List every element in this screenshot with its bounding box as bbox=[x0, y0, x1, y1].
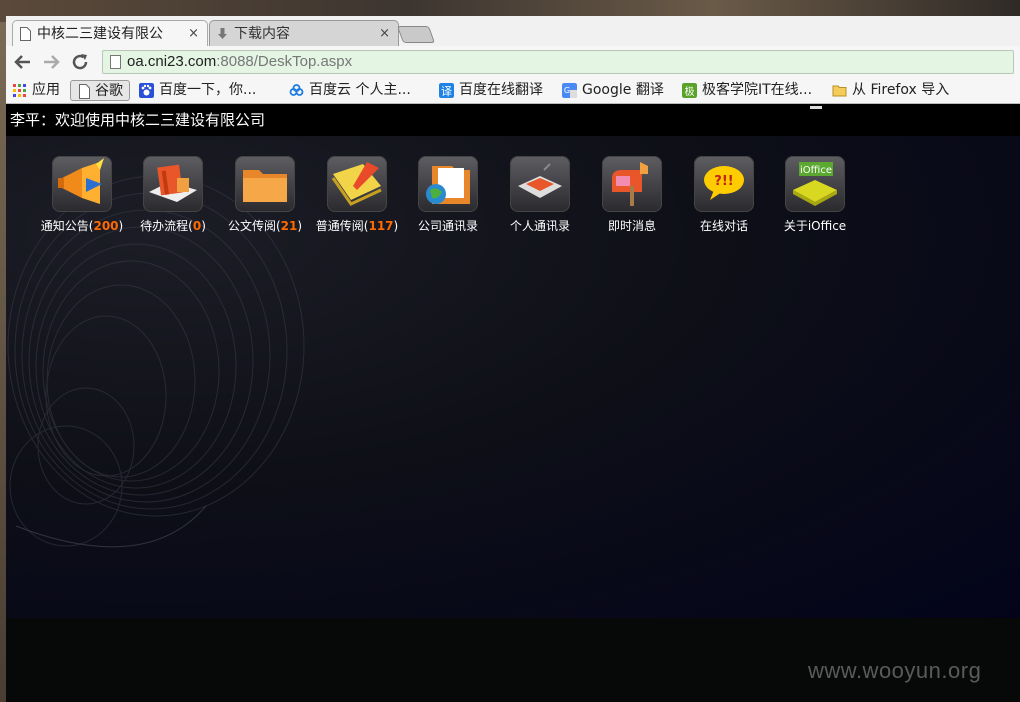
app-name: 公文传阅 bbox=[227, 219, 276, 233]
page-icon bbox=[79, 84, 90, 99]
app-notice[interactable]: 通知公告(200) bbox=[37, 156, 127, 236]
oa-desktop-page: 李平：欢迎使用中核二三建设有限公司 通知公告(200) 待办流程(0) 公文传阅… bbox=[6, 104, 1020, 702]
page-icon bbox=[110, 55, 121, 69]
chat-bubble-icon: ?!! bbox=[704, 166, 744, 200]
unread-count: 21 bbox=[280, 219, 298, 233]
bookmark-label: 从 Firefox 导入 bbox=[852, 82, 950, 98]
google-translate-icon: G bbox=[562, 83, 577, 98]
unread-count: 0 bbox=[192, 219, 202, 233]
address-bar[interactable]: oa.cni23.com:8088/DeskTop.aspx bbox=[102, 50, 1014, 74]
app-label: 关于iOffice bbox=[760, 218, 870, 234]
tab-title: 中核二三建设有限公 bbox=[37, 26, 163, 42]
welcome-banner: 李平：欢迎使用中核二三建设有限公司 bbox=[6, 104, 1020, 136]
folder-icon bbox=[832, 85, 847, 97]
app-company-directory[interactable]: 公司通讯录 bbox=[403, 156, 493, 236]
personal-contacts-icon-box bbox=[510, 156, 570, 212]
app-about-ioffice[interactable]: iOffice 关于iOffice bbox=[770, 156, 860, 236]
app-name: 关于iOffice bbox=[783, 219, 847, 233]
address-book-icon bbox=[426, 166, 470, 204]
bookmark-label: 谷歌 bbox=[95, 83, 123, 99]
bookmark-label: 百度在线翻译 bbox=[459, 82, 543, 98]
app-name: 个人通讯录 bbox=[509, 219, 570, 233]
forward-arrow-icon[interactable] bbox=[40, 51, 62, 73]
app-name: 普通传阅 bbox=[315, 219, 364, 233]
desktop-area: 通知公告(200) 待办流程(0) 公文传阅(21) 普通传阅(117) 公司通… bbox=[6, 136, 1020, 618]
megaphone-icon bbox=[58, 158, 104, 204]
app-name: 待办流程 bbox=[140, 219, 189, 233]
ioffice-icon-box: iOffice bbox=[785, 156, 845, 212]
svg-text:极: 极 bbox=[685, 85, 695, 98]
url-host: oa.cni23.com bbox=[127, 53, 217, 70]
app-name: 公司通讯录 bbox=[417, 219, 478, 233]
bookmark-google[interactable]: 谷歌 bbox=[70, 80, 130, 101]
bookmark-baidu-translate[interactable]: 译 百度在线翻译 bbox=[439, 80, 543, 101]
folder-icon bbox=[243, 170, 287, 202]
tab-title: 下载内容 bbox=[234, 26, 290, 42]
bookmark-label: 应用 bbox=[32, 82, 60, 98]
bookmark-apps[interactable]: 应用 bbox=[12, 80, 60, 101]
app-todo-workflow[interactable]: 待办流程(0) bbox=[128, 156, 218, 236]
svg-text:译: 译 bbox=[441, 85, 452, 98]
mailbox-icon bbox=[612, 162, 648, 206]
unread-count: 200 bbox=[93, 219, 119, 233]
url-path: :8088/DeskTop.aspx bbox=[216, 53, 353, 70]
ioffice-icon: iOffice bbox=[793, 162, 837, 206]
app-personal-directory[interactable]: 个人通讯录 bbox=[495, 156, 585, 236]
address-book-icon-box bbox=[418, 156, 478, 212]
bookmark-label: Google 翻译 bbox=[582, 82, 664, 98]
app-official-doc[interactable]: 公文传阅(21) bbox=[220, 156, 310, 236]
app-online-chat[interactable]: ?!! 在线对话 bbox=[679, 156, 769, 236]
tab-bar: 中核二三建设有限公 × 下载内容 × bbox=[6, 16, 1020, 46]
folder-icon-box bbox=[235, 156, 295, 212]
app-general-circulate[interactable]: 普通传阅(117) bbox=[312, 156, 402, 236]
app-name: 在线对话 bbox=[699, 219, 748, 233]
unread-count: 117 bbox=[368, 219, 394, 233]
megaphone-icon-box bbox=[52, 156, 112, 212]
bookmark-baidu-cloud[interactable]: 百度云 个人主... bbox=[289, 80, 411, 101]
page-icon bbox=[20, 27, 31, 41]
books-icon-box bbox=[143, 156, 203, 212]
app-name: 通知公告 bbox=[40, 219, 89, 233]
close-icon[interactable]: × bbox=[379, 21, 390, 47]
bookmark-label: 百度一下，你... bbox=[159, 82, 257, 98]
browser-window: 中核二三建设有限公 × 下载内容 × oa.cni23.com:8088/Des… bbox=[6, 16, 1020, 702]
bookmark-label: 百度云 个人主... bbox=[309, 82, 411, 98]
url-text: oa.cni23.com:8088/DeskTop.aspx bbox=[127, 51, 352, 73]
jikexueyuan-icon: 极 bbox=[682, 83, 697, 98]
notepad-icon bbox=[331, 162, 382, 206]
watermark: www.wooyun.org bbox=[808, 658, 982, 683]
apps-grid-icon bbox=[13, 84, 26, 97]
baidu-cloud-icon bbox=[289, 84, 304, 96]
reload-icon[interactable] bbox=[69, 51, 91, 73]
bookmarks-bar: 应用 谷歌 百度一下，你... 百度云 个人主... 译 百度在线翻译 G Go… bbox=[6, 78, 1020, 104]
svg-text:G: G bbox=[564, 86, 570, 95]
chat-bubble-icon-box: ?!! bbox=[694, 156, 754, 212]
app-instant-message[interactable]: 即时消息 bbox=[587, 156, 677, 236]
bookmark-label: 极客学院IT在线... bbox=[702, 82, 813, 98]
toolbar: oa.cni23.com:8088/DeskTop.aspx bbox=[6, 46, 1020, 78]
new-tab-button[interactable] bbox=[396, 26, 436, 43]
books-icon bbox=[149, 164, 197, 202]
scrollbar-handle[interactable] bbox=[810, 106, 822, 109]
svg-text:?!!: ?!! bbox=[714, 174, 733, 189]
translate-icon: 译 bbox=[439, 83, 454, 98]
tab-oa-desktop[interactable]: 中核二三建设有限公 × bbox=[12, 20, 208, 46]
svg-text:iOffice: iOffice bbox=[800, 165, 832, 176]
bookmark-jikexueyuan[interactable]: 极 极客学院IT在线... bbox=[682, 80, 812, 101]
bookmark-baidu[interactable]: 百度一下，你... bbox=[139, 80, 256, 101]
baidu-paw-icon bbox=[139, 83, 154, 98]
app-name: 即时消息 bbox=[607, 219, 656, 233]
close-icon[interactable]: × bbox=[188, 21, 199, 47]
download-icon bbox=[218, 28, 227, 39]
bookmark-firefox-import[interactable]: 从 Firefox 导入 bbox=[832, 80, 949, 101]
personal-contacts-icon bbox=[518, 163, 562, 198]
tab-downloads[interactable]: 下载内容 × bbox=[209, 20, 399, 46]
bookmark-google-translate[interactable]: G Google 翻译 bbox=[562, 80, 664, 101]
mailbox-icon-box bbox=[602, 156, 662, 212]
notepad-icon-box bbox=[327, 156, 387, 212]
back-arrow-icon[interactable] bbox=[12, 51, 34, 73]
